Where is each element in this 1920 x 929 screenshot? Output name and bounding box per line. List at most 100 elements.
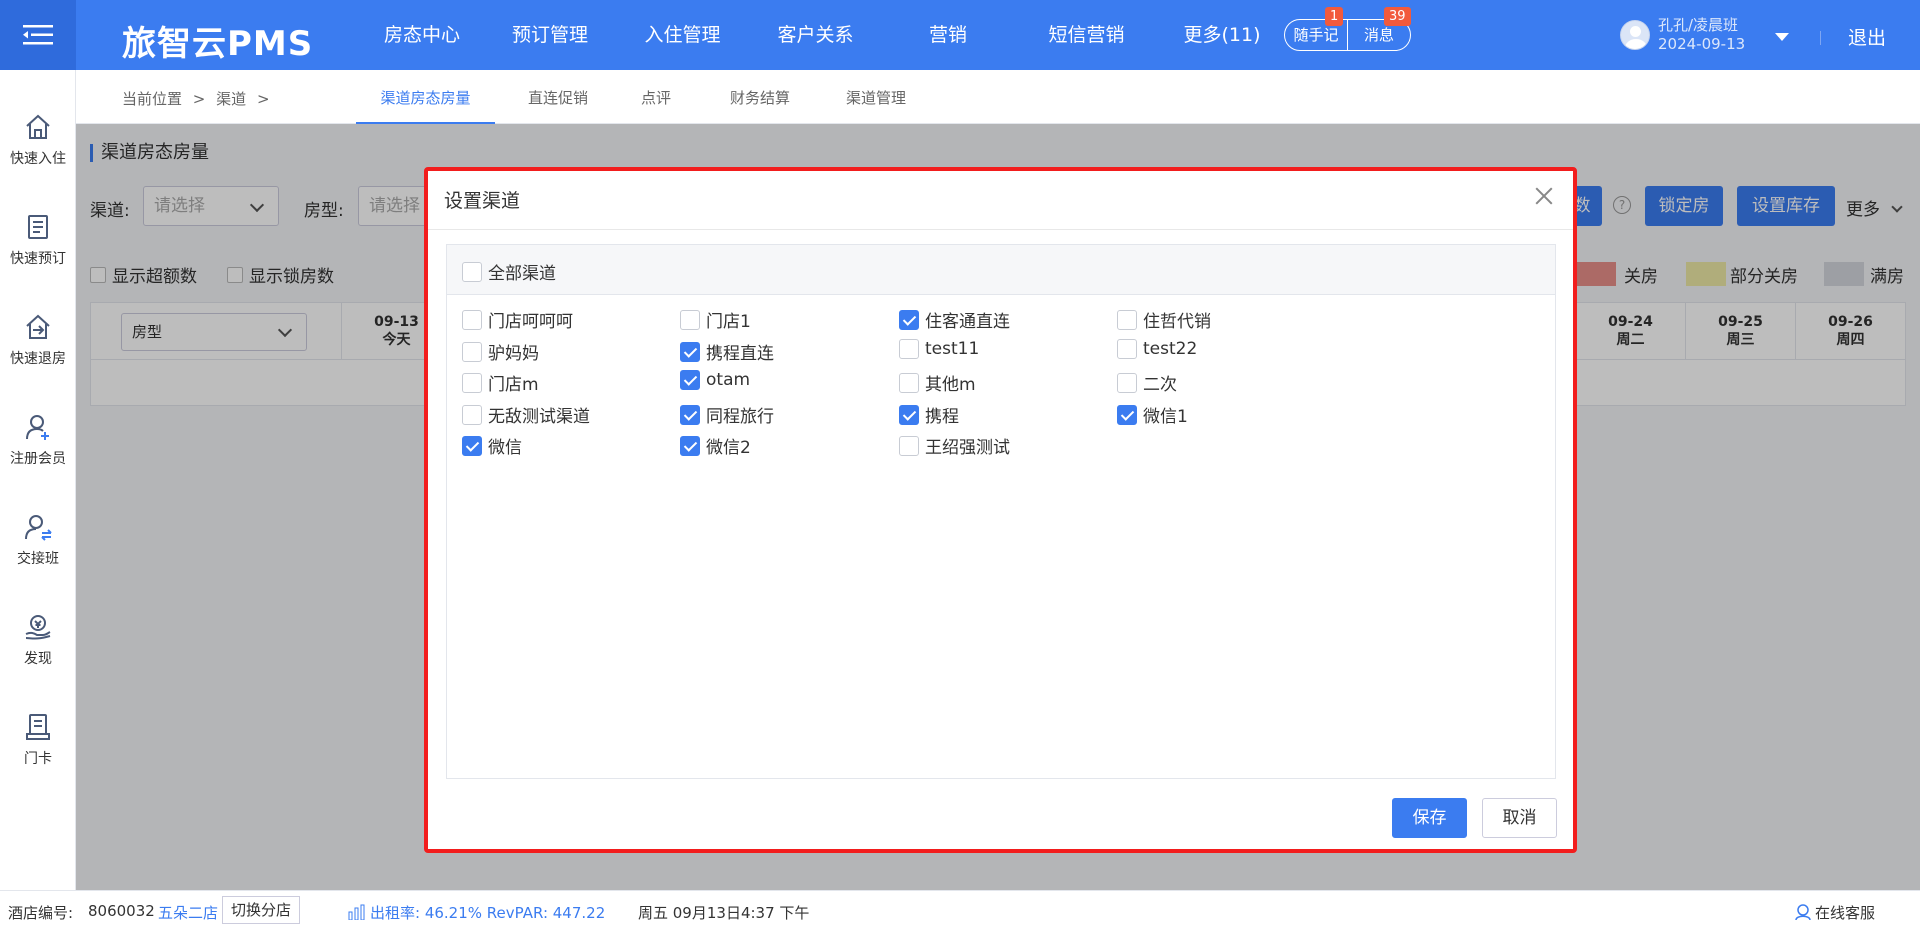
channel-label: 驴妈妈 bbox=[488, 344, 539, 364]
online-service-link[interactable]: 在线客服 bbox=[1794, 902, 1875, 923]
checkbox-checked bbox=[462, 435, 482, 456]
channel-checkbox[interactable]: 门店1 bbox=[680, 307, 751, 332]
channel-checkbox[interactable]: 无敌测试渠道 bbox=[462, 402, 590, 427]
memo-button[interactable]: 随手记 1 bbox=[1285, 7, 1347, 50]
message-button[interactable]: 消息 39 bbox=[1347, 7, 1411, 50]
channel-label: 携程直连 bbox=[706, 344, 774, 364]
breadcrumb-current: 当前位置 bbox=[122, 90, 183, 108]
checkbox-checked bbox=[680, 404, 700, 425]
logout-button[interactable]: 退出 bbox=[1848, 23, 1886, 50]
sidebar-item-quick-booking[interactable]: 快速预订 bbox=[0, 212, 76, 268]
sidebar-item-quick-checkout[interactable]: 快速退房 bbox=[0, 312, 76, 368]
sidebar-item-register-member[interactable]: 注册会员 bbox=[0, 412, 76, 468]
channel-checkbox[interactable]: otam bbox=[680, 370, 750, 390]
channel-checkbox[interactable]: test11 bbox=[899, 339, 979, 359]
current-datetime: 周五 09月13日4:37 下午 bbox=[638, 904, 810, 922]
tab-finance-settlement[interactable]: 财务结算 bbox=[700, 70, 820, 124]
checkbox-unchecked bbox=[1117, 372, 1137, 393]
channel-checkbox[interactable]: 二次 bbox=[1117, 370, 1177, 395]
breadcrumb-separator: > bbox=[256, 90, 270, 108]
sidebar-item-discover[interactable]: 发现 bbox=[0, 612, 76, 668]
sidebar: 快速入住 快速预订 快速退房 注册会员 交接班 发现 门卡 bbox=[0, 70, 76, 890]
user-swap-icon bbox=[25, 515, 52, 541]
channel-checkbox[interactable]: 王绍强测试 bbox=[899, 433, 1010, 458]
channel-checkbox[interactable]: 微信1 bbox=[1117, 402, 1188, 427]
nav-room-status[interactable]: 房态中心 bbox=[360, 0, 484, 70]
channel-checkbox[interactable]: 微信 bbox=[462, 433, 522, 458]
channel-checkbox[interactable]: 驴妈妈 bbox=[462, 339, 539, 364]
bar-chart-icon bbox=[348, 904, 365, 921]
channel-label: 携程 bbox=[925, 407, 959, 427]
breadcrumb: 当前位置 > 渠道 > bbox=[122, 88, 276, 109]
checkbox-checked bbox=[680, 341, 700, 362]
sidebar-label: 注册会员 bbox=[10, 451, 66, 467]
channel-list-panel: 全部渠道 门店呵呵呵 门店1 住客通直连 住哲代销驴妈妈 携程直连 test11 test2… bbox=[446, 244, 1556, 779]
sidebar-label: 交接班 bbox=[17, 551, 59, 567]
channel-label: otam bbox=[706, 370, 751, 390]
channel-checkbox[interactable]: 同程旅行 bbox=[680, 402, 774, 427]
save-button[interactable]: 保存 bbox=[1392, 798, 1467, 838]
channel-label: 其他m bbox=[925, 375, 976, 395]
checkbox-checked bbox=[1117, 404, 1137, 425]
checkbox-unchecked bbox=[462, 372, 482, 393]
channel-checkbox[interactable]: 携程 bbox=[899, 402, 959, 427]
divider bbox=[428, 229, 1573, 230]
channel-checkbox[interactable]: 住客通直连 bbox=[899, 307, 1010, 332]
dialog-title: 设置渠道 bbox=[444, 190, 521, 212]
checkbox-unchecked bbox=[462, 341, 482, 362]
hotel-number: 8060032 bbox=[88, 902, 155, 920]
tab-direct-promotion[interactable]: 直连促销 bbox=[508, 70, 608, 124]
checkbox-unchecked bbox=[899, 339, 919, 359]
nav-checkin[interactable]: 入住管理 bbox=[616, 0, 749, 70]
user-menu[interactable]: 孔孔/凌晨班 2024-09-13 bbox=[1620, 16, 1745, 54]
message-label: 消息 bbox=[1363, 26, 1394, 44]
divider bbox=[1820, 31, 1821, 45]
tab-reviews[interactable]: 点评 bbox=[616, 70, 696, 124]
channel-label: 二次 bbox=[1143, 375, 1177, 395]
nav-reservation[interactable]: 预订管理 bbox=[484, 0, 616, 70]
channel-label: 无敌测试渠道 bbox=[488, 407, 590, 427]
user-dropdown-icon[interactable] bbox=[1775, 33, 1789, 41]
channel-checkbox[interactable]: 住哲代销 bbox=[1117, 307, 1211, 332]
sidebar-label: 快速入住 bbox=[10, 151, 66, 167]
channel-label: 门店呵呵呵 bbox=[488, 312, 573, 332]
channel-label: 住哲代销 bbox=[1143, 312, 1211, 332]
nav-sms-marketing[interactable]: 短信营销 bbox=[1014, 0, 1159, 70]
close-icon[interactable] bbox=[1533, 185, 1555, 207]
main-nav: 房态中心 预订管理 入住管理 客户关系 营销 短信营销 更多(11) bbox=[360, 0, 1285, 70]
checkbox-unchecked bbox=[899, 372, 919, 393]
channel-checkbox[interactable]: 携程直连 bbox=[680, 339, 774, 364]
money-hand-icon bbox=[25, 615, 51, 640]
top-bar: 旅智云PMS 房态中心 预订管理 入住管理 客户关系 营销 短信营销 更多(11… bbox=[0, 0, 1920, 70]
nav-more[interactable]: 更多(11) bbox=[1159, 0, 1285, 70]
channel-label: 微信2 bbox=[706, 438, 751, 458]
sub-nav: 当前位置 > 渠道 > 渠道房态房量 直连促销 点评 财务结算 渠道管理 bbox=[76, 70, 1920, 124]
nav-customer[interactable]: 客户关系 bbox=[749, 0, 882, 70]
channel-label: 同程旅行 bbox=[706, 407, 774, 427]
tab-channel-room-status[interactable]: 渠道房态房量 bbox=[356, 70, 495, 124]
channel-checkbox[interactable]: test22 bbox=[1117, 339, 1197, 359]
all-channels-checkbox[interactable]: 全部渠道 bbox=[462, 259, 556, 284]
checkbox-unchecked bbox=[1117, 309, 1137, 330]
channel-checkbox[interactable]: 门店呵呵呵 bbox=[462, 307, 573, 332]
menu-toggle-button[interactable] bbox=[0, 0, 76, 70]
quick-actions: 随手记 1 消息 39 bbox=[1284, 7, 1411, 51]
sidebar-item-shift-handover[interactable]: 交接班 bbox=[0, 512, 76, 568]
checkout-icon bbox=[26, 314, 50, 339]
sidebar-item-quick-checkin[interactable]: 快速入住 bbox=[0, 112, 76, 168]
channel-checkbox[interactable]: 其他m bbox=[899, 370, 976, 395]
channel-label: 门店1 bbox=[706, 312, 751, 332]
nav-marketing[interactable]: 营销 bbox=[882, 0, 1014, 70]
user-name: 孔孔/凌晨班 bbox=[1658, 16, 1739, 34]
sidebar-item-room-card[interactable]: 门卡 bbox=[0, 712, 76, 768]
breadcrumb-channel[interactable]: 渠道 bbox=[216, 90, 246, 108]
breadcrumb-separator: > bbox=[192, 90, 206, 108]
channel-checkbox[interactable]: 门店m bbox=[462, 370, 539, 395]
switch-branch-button[interactable]: 切换分店 bbox=[222, 896, 301, 924]
sidebar-label: 快速预订 bbox=[10, 251, 66, 267]
occupancy-text: 出租率: 46.21% RevPAR: 447.22 bbox=[370, 904, 606, 922]
cancel-button[interactable]: 取消 bbox=[1482, 798, 1557, 838]
channel-checkbox[interactable]: 微信2 bbox=[680, 433, 751, 458]
tab-channel-management[interactable]: 渠道管理 bbox=[816, 70, 936, 124]
channel-label: 微信 bbox=[488, 438, 522, 458]
